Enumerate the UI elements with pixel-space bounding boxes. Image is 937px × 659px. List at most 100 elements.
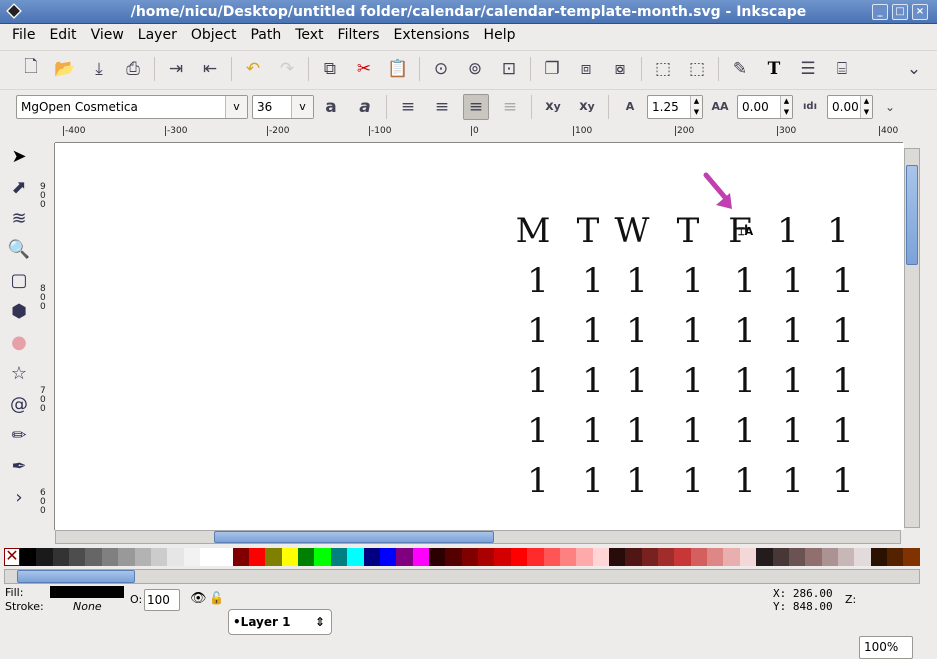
color-swatch[interactable] <box>837 548 855 566</box>
color-swatch[interactable] <box>641 548 659 566</box>
color-swatch[interactable] <box>674 548 691 566</box>
vertical-ruler[interactable]: 900 800 700 600 <box>38 143 55 530</box>
color-swatch[interactable] <box>543 548 560 566</box>
clone-icon[interactable]: ⧈ <box>573 56 599 82</box>
color-swatch[interactable] <box>854 548 871 566</box>
align-right-icon[interactable]: ≡ <box>463 93 489 120</box>
menu-file[interactable]: File <box>5 24 42 47</box>
superscript-icon[interactable]: xy <box>540 94 566 120</box>
color-swatch[interactable] <box>625 548 642 566</box>
color-swatch[interactable] <box>903 548 920 566</box>
color-swatch[interactable] <box>527 548 544 566</box>
ungroup-icon[interactable]: ⬚ <box>684 56 710 82</box>
duplicate-icon[interactable]: ❐ <box>539 56 565 82</box>
vertical-scroll-thumb[interactable] <box>906 165 918 265</box>
color-swatch[interactable] <box>723 548 740 566</box>
color-swatch[interactable] <box>576 548 593 566</box>
chevron-down-icon[interactable]: v <box>225 95 247 118</box>
justify-icon[interactable]: ≡ <box>497 94 523 120</box>
stroke-value[interactable]: None <box>73 600 102 613</box>
tool-selector-icon[interactable]: ➤ <box>4 141 34 171</box>
color-swatch[interactable] <box>249 548 266 566</box>
color-swatch[interactable] <box>690 548 708 566</box>
line-spacing-input[interactable]: 1.25 ▲ ▼ <box>647 94 703 119</box>
chevron-down-icon[interactable]: v <box>291 95 313 118</box>
menu-text[interactable]: Text <box>288 24 330 47</box>
color-swatch[interactable] <box>118 548 135 566</box>
visibility-eye-icon[interactable]: 👁 <box>190 591 207 606</box>
color-swatch[interactable] <box>478 548 495 566</box>
subscript-icon[interactable]: xy <box>574 94 600 120</box>
text-font-icon[interactable]: T <box>761 56 787 82</box>
align-center-icon[interactable]: ≡ <box>429 94 455 120</box>
palette-scrollbar[interactable] <box>4 569 920 584</box>
minimize-button[interactable]: _ <box>872 4 888 20</box>
color-swatch[interactable] <box>887 548 904 566</box>
color-swatch[interactable] <box>788 548 806 566</box>
zoom-input[interactable]: 100% <box>859 636 913 659</box>
color-swatch[interactable] <box>199 548 217 566</box>
paste-icon[interactable]: 📋 <box>385 56 411 82</box>
tool-node-icon[interactable]: ⬈ <box>4 172 34 202</box>
color-swatch[interactable] <box>739 548 757 566</box>
fill-stroke-icon[interactable]: ✎ <box>727 56 753 82</box>
copy-icon[interactable]: ⧉ <box>317 56 343 82</box>
color-swatch[interactable] <box>821 548 838 566</box>
lock-icon[interactable]: 🔓 <box>209 591 224 605</box>
group-icon[interactable]: ⬚ <box>650 56 676 82</box>
color-swatch[interactable] <box>707 548 724 566</box>
color-swatch[interactable] <box>85 548 102 566</box>
zoom-drawing-icon[interactable]: ⊚ <box>462 56 488 82</box>
close-button[interactable]: × <box>912 4 928 20</box>
cut-icon[interactable]: ✂ <box>351 56 377 82</box>
menu-path[interactable]: Path <box>243 24 288 47</box>
export-icon[interactable]: ⇤ <box>197 56 223 82</box>
color-swatch[interactable] <box>52 548 70 566</box>
tool-calligraphy-icon[interactable]: ✒ <box>4 451 34 481</box>
color-swatch[interactable] <box>592 548 609 566</box>
layers-icon[interactable]: ☰ <box>795 56 821 82</box>
palette-scroll-thumb[interactable] <box>17 570 135 583</box>
color-swatch[interactable] <box>330 548 348 566</box>
menu-help[interactable]: Help <box>477 24 523 47</box>
horizontal-scrollbar[interactable] <box>55 530 901 544</box>
menu-view[interactable]: View <box>84 24 131 47</box>
zoom-page-icon[interactable]: ⊡ <box>496 56 522 82</box>
letter-spacing-input[interactable]: 0.00 ▲ ▼ <box>737 94 793 119</box>
menu-object[interactable]: Object <box>184 24 244 47</box>
color-swatch[interactable] <box>805 548 822 566</box>
menu-layer[interactable]: Layer <box>131 24 184 47</box>
bold-icon[interactable]: a <box>318 94 344 120</box>
tool-tweak-icon[interactable]: ≋ <box>4 203 34 233</box>
color-swatch[interactable] <box>608 548 626 566</box>
horizontal-scroll-thumb[interactable] <box>214 531 494 543</box>
redo-icon[interactable]: ↷ <box>274 56 300 82</box>
color-swatch[interactable] <box>69 548 86 566</box>
color-swatch[interactable] <box>494 548 511 566</box>
spin-buttons[interactable]: ▲ ▼ <box>690 95 702 118</box>
font-family-combo[interactable]: MgOpen Cosmetica v <box>16 94 248 119</box>
color-swatch[interactable] <box>20 548 37 566</box>
color-swatch[interactable] <box>36 548 53 566</box>
print-icon[interactable]: ⎙ <box>120 56 146 82</box>
horizontal-ruler[interactable]: -400 -300 -200 -100 0 100 200 300 400 <box>55 126 903 143</box>
opacity-input[interactable]: 100 <box>144 589 180 611</box>
color-swatch[interactable] <box>363 548 380 566</box>
vertical-scrollbar[interactable] <box>904 148 920 528</box>
menu-extensions[interactable]: Extensions <box>387 24 477 47</box>
layer-selector[interactable]: •Layer 1 ⇕ <box>228 609 332 635</box>
menu-edit[interactable]: Edit <box>42 24 83 47</box>
import-icon[interactable]: ⇥ <box>163 56 189 82</box>
color-swatch[interactable] <box>298 548 315 566</box>
tool-more-icon[interactable]: › <box>4 482 34 512</box>
color-swatch[interactable] <box>150 548 168 566</box>
color-swatch[interactable] <box>756 548 773 566</box>
color-swatch[interactable] <box>167 548 184 566</box>
tool-ellipse-icon[interactable]: ● <box>4 327 34 357</box>
overflow-chevron-icon[interactable]: ⌄ <box>877 94 903 120</box>
open-icon[interactable]: 📂 <box>52 56 78 82</box>
color-swatch[interactable] <box>347 548 364 566</box>
color-swatch[interactable] <box>134 548 151 566</box>
tool-rectangle-icon[interactable]: ▢ <box>4 265 34 295</box>
color-swatch[interactable] <box>232 548 250 566</box>
